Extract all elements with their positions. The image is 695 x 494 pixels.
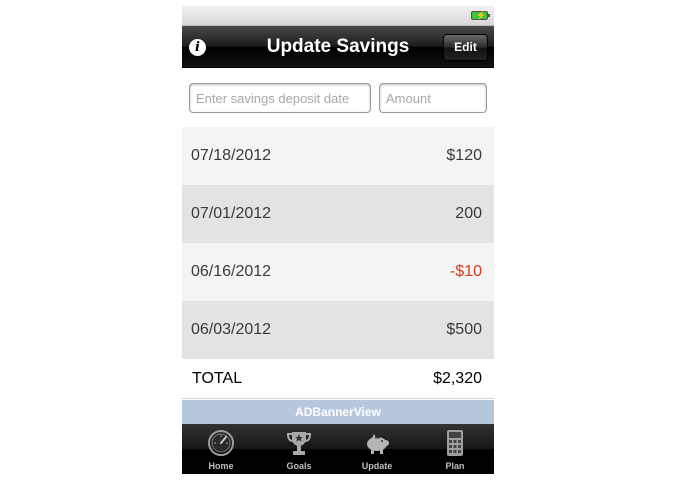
piggy-bank-icon [367,434,389,454]
savings-list: 07/18/2012 $120 07/01/2012 200 06/16/201… [182,127,494,359]
tab-home[interactable]: Home [182,424,260,474]
tab-label: Update [361,461,393,471]
deposit-input-area [182,69,494,127]
tab-bar: Home Goals Update Plan [182,424,494,474]
tab-label: Home [208,461,234,471]
tab-plan[interactable]: Plan [416,424,494,474]
tab-label: Goals [286,461,312,471]
status-bar: ⚡ [182,6,494,26]
tab-label: Plan [445,461,465,471]
entry-amount: 200 [455,205,482,222]
entry-amount: $120 [446,147,482,164]
list-item[interactable]: 06/16/2012 -$10 [182,243,494,301]
phone-screen: ⚡ i Update Savings Edit 07/18/2012 $120 … [182,6,494,474]
deposit-date-field[interactable] [189,83,371,113]
list-item[interactable]: 07/01/2012 200 [182,185,494,243]
entry-date: 07/01/2012 [191,205,272,222]
navigation-bar: i Update Savings Edit [182,26,494,68]
battery-charging-icon: ⚡ [471,11,490,20]
entry-amount-negative: -$10 [449,263,482,280]
info-icon[interactable]: i [189,39,206,56]
list-item[interactable]: 07/18/2012 $120 [182,127,494,185]
entry-date: 06/03/2012 [191,321,272,338]
entry-date: 07/18/2012 [191,147,272,164]
trophy-icon [286,432,312,455]
list-item[interactable]: 06/03/2012 $500 [182,301,494,359]
page-title: Update Savings [266,36,410,57]
total-label: TOTAL [192,370,243,387]
edit-button[interactable]: Edit [443,34,488,61]
entry-date: 06/16/2012 [191,263,272,280]
total-row: TOTAL $2,320 [182,359,494,399]
total-value: $2,320 [433,370,482,387]
tab-update[interactable]: Update [338,424,416,474]
calculator-icon [447,430,463,456]
ad-banner[interactable]: ADBannerView [182,400,494,424]
amount-field[interactable] [379,83,487,113]
tab-goals[interactable]: Goals [260,424,338,474]
entry-amount: $500 [446,321,482,338]
speedometer-icon [208,430,234,456]
